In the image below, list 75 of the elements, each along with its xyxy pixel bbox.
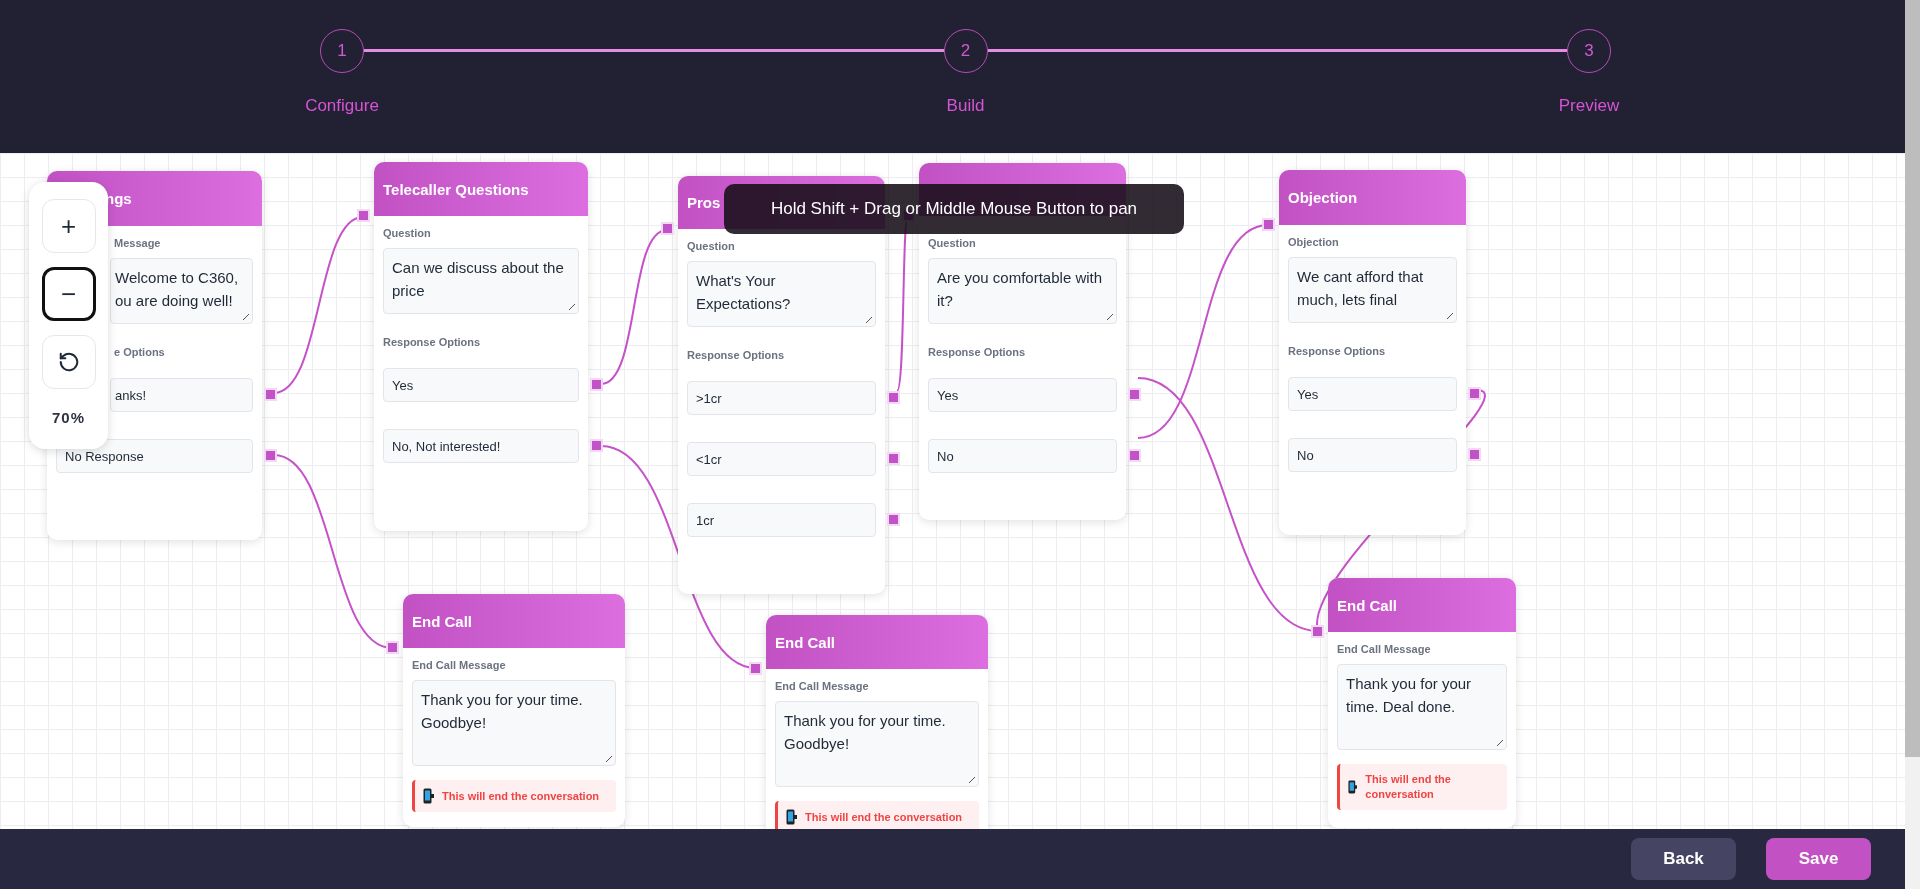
step-label: Preview — [1558, 96, 1620, 116]
field-label: Question — [383, 227, 432, 241]
response-option[interactable]: No — [1288, 438, 1457, 472]
zoom-in-button[interactable]: + — [41, 199, 96, 253]
node-title: End Call — [1328, 578, 1516, 632]
response-option[interactable]: 1cr — [687, 503, 876, 537]
text-area[interactable]: We cant afford that much, lets final — [1288, 257, 1457, 323]
field-label: Response Options — [687, 349, 786, 363]
response-option[interactable]: <1cr — [687, 442, 876, 476]
response-option[interactable]: anks! — [110, 378, 253, 412]
output-handle[interactable] — [1130, 390, 1139, 399]
reset-button[interactable] — [41, 335, 96, 389]
field-label: Objection — [1288, 236, 1340, 250]
output-handle[interactable] — [1130, 451, 1139, 460]
field-label: Response Options — [383, 336, 482, 350]
field-label: Question — [687, 240, 736, 254]
output-handle[interactable] — [889, 515, 898, 524]
step-number: 1 — [320, 29, 364, 73]
text-area[interactable]: Can we discuss about the price — [383, 248, 579, 314]
output-handle[interactable] — [266, 390, 275, 399]
node-title: Telecaller Questions — [374, 162, 588, 216]
text-area[interactable]: Thank you for your time. Goodbye! — [775, 701, 979, 787]
input-handle[interactable] — [388, 643, 397, 652]
response-option[interactable]: No — [928, 439, 1117, 473]
output-handle[interactable] — [592, 380, 601, 389]
step-number: 3 — [1567, 29, 1611, 73]
step-label: Configure — [305, 96, 379, 116]
response-option[interactable]: No, Not interested! — [383, 429, 579, 463]
response-option[interactable]: Yes — [928, 378, 1117, 412]
output-handle[interactable] — [1470, 450, 1479, 459]
node-title: End Call — [766, 615, 988, 669]
zoom-level: 70% — [52, 409, 85, 426]
warning-text: This will end the conversation — [1365, 772, 1452, 802]
field-label: Response Options — [928, 346, 1027, 360]
back-button[interactable]: Back — [1631, 838, 1736, 880]
step-number: 2 — [943, 29, 988, 73]
output-handle[interactable] — [266, 451, 275, 460]
response-option[interactable]: Yes — [383, 368, 579, 402]
tooltip: Hold Shift + Drag or Middle Mouse Button to pan — [724, 184, 1184, 234]
reset-icon — [57, 351, 80, 373]
response-option[interactable]: >1cr — [687, 381, 876, 415]
input-handle[interactable] — [1264, 220, 1273, 229]
field-label: End Call Message — [412, 659, 507, 673]
output-handle[interactable] — [1470, 389, 1479, 398]
phone-icon — [1348, 779, 1358, 795]
field-label: End Call Message — [775, 680, 870, 694]
response-option[interactable]: Yes — [1288, 377, 1457, 411]
phone-icon — [423, 788, 434, 804]
text-area[interactable]: Welcome to C360, ou are doing well! — [110, 258, 253, 324]
input-handle[interactable] — [663, 224, 672, 233]
response-option[interactable]: No Response — [56, 439, 253, 473]
node-title: Objection — [1279, 170, 1466, 225]
step-label: Build — [946, 96, 985, 116]
save-button[interactable]: Save — [1766, 838, 1871, 880]
input-handle[interactable] — [359, 211, 368, 220]
input-handle[interactable] — [1313, 627, 1322, 636]
zoom-out-button[interactable]: − — [41, 267, 96, 321]
input-handle[interactable] — [751, 664, 760, 673]
field-label: End Call Message — [1337, 643, 1432, 657]
node-title: End Call — [403, 594, 625, 648]
field-label: Response Options — [1288, 345, 1387, 359]
text-area[interactable]: Thank you for your time. Deal done. — [1337, 664, 1507, 750]
field-label: Message — [113, 237, 162, 251]
text-area[interactable]: Thank you for your time. Goodbye! — [412, 680, 616, 766]
field-label: e Options — [113, 346, 166, 360]
phone-icon — [786, 809, 797, 825]
text-area[interactable]: What's Your Expectations? — [687, 261, 876, 327]
warning-text: This will end the conversation — [442, 788, 600, 804]
flow-canvas[interactable] — [0, 153, 1905, 829]
text-area[interactable]: Are you comfortable with it? — [928, 258, 1117, 324]
field-label: Question — [928, 237, 977, 251]
output-handle[interactable] — [592, 441, 601, 450]
warning-text: This will end the conversation — [805, 809, 963, 825]
output-handle[interactable] — [889, 454, 898, 463]
output-handle[interactable] — [889, 393, 898, 402]
